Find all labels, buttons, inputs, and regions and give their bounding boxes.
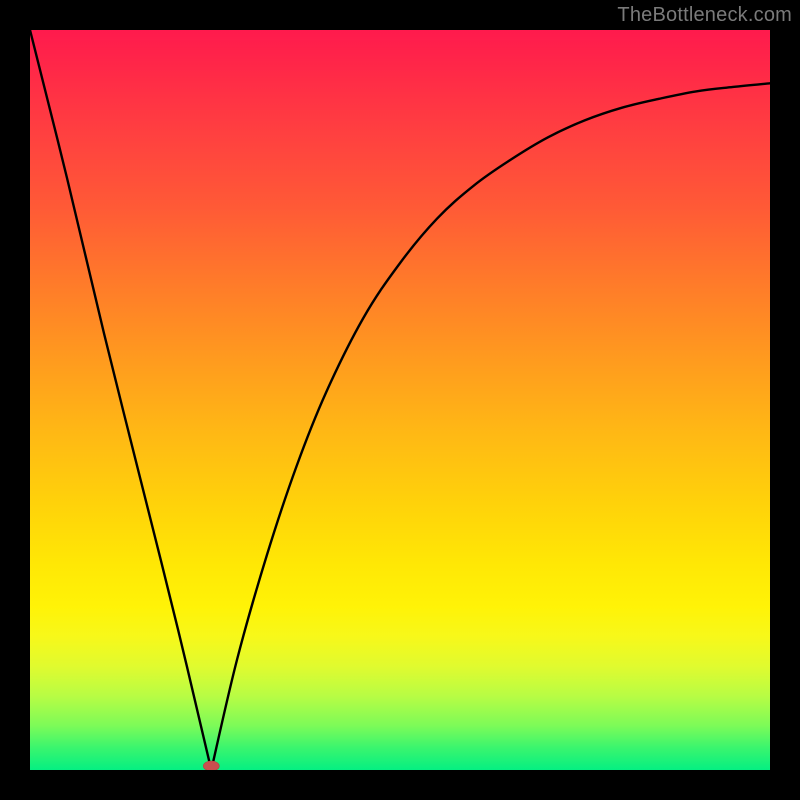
curve-group <box>30 30 770 770</box>
minimum-marker <box>203 761 219 770</box>
plot-area <box>30 30 770 770</box>
bottleneck-curve <box>30 30 770 770</box>
chart-frame: TheBottleneck.com <box>0 0 800 800</box>
chart-svg <box>30 30 770 770</box>
watermark-text: TheBottleneck.com <box>617 4 792 27</box>
